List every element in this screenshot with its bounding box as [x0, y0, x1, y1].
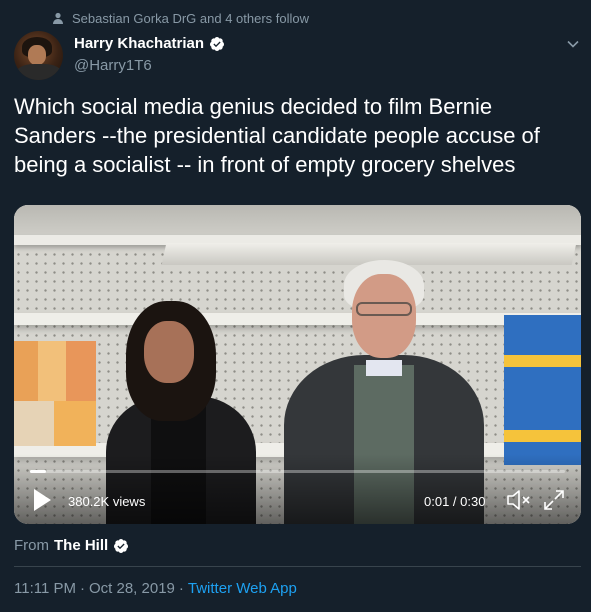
avatar[interactable] — [14, 31, 63, 80]
social-context-text[interactable]: Sebastian Gorka DrG and 4 others follow — [72, 11, 309, 26]
video-progress-bar[interactable] — [30, 470, 565, 473]
video-time: 0:01 / 0:30 — [424, 494, 486, 509]
video-progress-fill — [30, 470, 47, 473]
tweet-text: Which social media genius decided to fil… — [14, 94, 540, 177]
source-app-link[interactable]: Twitter Web App — [188, 580, 297, 597]
volume-muted-icon[interactable] — [506, 488, 532, 512]
attribution: From The Hill — [14, 537, 129, 554]
video-player[interactable]: 380.2K views 0:01 / 0:30 — [14, 205, 581, 524]
attribution-label: From — [14, 537, 49, 554]
meta-separator: · — [178, 580, 184, 597]
author-name[interactable]: Harry Khachatrian — [74, 35, 204, 52]
video-views: 380.2K views — [68, 494, 146, 509]
meta-separator: · — [79, 580, 85, 597]
tweet-meta: 11:11 PM · Oct 28, 2019 · Twitter Web Ap… — [14, 580, 297, 597]
tweet-date[interactable]: Oct 28, 2019 — [89, 580, 175, 597]
chevron-down-icon[interactable] — [566, 37, 580, 51]
divider — [14, 566, 581, 567]
person-icon — [53, 12, 63, 24]
fullscreen-icon[interactable] — [542, 488, 566, 512]
play-icon[interactable] — [32, 488, 52, 512]
author-handle[interactable]: @Harry1T6 — [74, 57, 152, 74]
social-context: Sebastian Gorka DrG and 4 others follow — [52, 9, 309, 27]
verified-badge-icon — [210, 36, 225, 51]
verified-badge-icon — [114, 538, 129, 553]
author-name-row[interactable]: Harry Khachatrian — [74, 35, 225, 52]
tweet-time[interactable]: 11:11 PM — [14, 580, 76, 597]
attribution-source[interactable]: The Hill — [54, 537, 108, 554]
